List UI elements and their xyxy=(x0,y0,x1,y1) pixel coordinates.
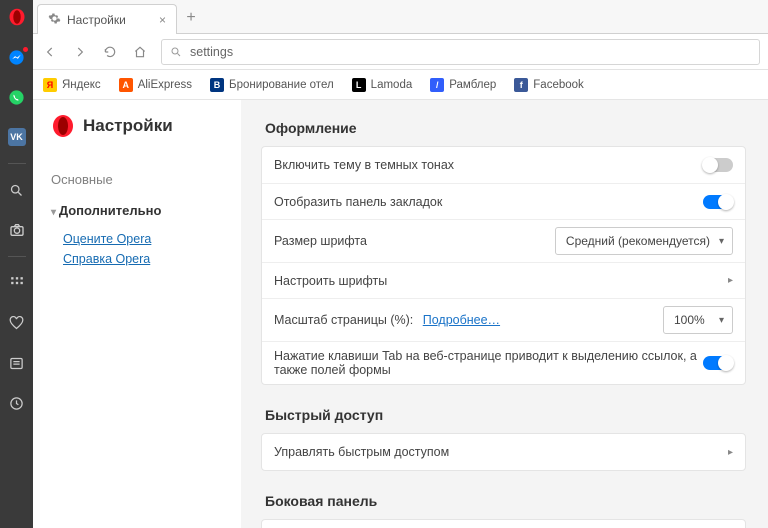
toolbar: settings xyxy=(33,34,768,70)
gear-icon xyxy=(48,12,61,28)
row-bookmarks-bar: Отобразить панель закладок xyxy=(262,183,745,219)
row-dark-theme: Включить тему в темных тонах xyxy=(262,147,745,183)
nav-basic[interactable]: Основные xyxy=(51,164,241,195)
bookmark-item[interactable]: Я Яндекс xyxy=(43,78,101,92)
bookmark-favicon: B xyxy=(210,78,224,92)
search-icon xyxy=(170,46,182,58)
bookmarks-bar: Я Яндекс A AliExpress B Бронирование отел L Lam… xyxy=(33,70,768,100)
settings-content: Оформление Включить тему в темных тонах … xyxy=(241,100,768,528)
tab-title: Настройки xyxy=(67,13,126,27)
heart-icon[interactable] xyxy=(0,309,33,337)
messenger-icon[interactable] xyxy=(0,43,33,71)
row-manage-speed-dial[interactable]: Управлять быстрым доступом ▸ xyxy=(262,434,745,470)
bookmark-label: Бронирование отел xyxy=(229,79,334,91)
bookmark-item[interactable]: L Lamoda xyxy=(352,78,413,92)
news-icon[interactable] xyxy=(0,349,33,377)
left-rail: VK xyxy=(0,0,33,528)
settings-sidebar: Настройки Основные Дополнительно Оцените… xyxy=(33,100,241,528)
row-tab-highlight: Нажатие клавиши Tab на веб-странице прив… xyxy=(262,341,745,384)
bookmark-item[interactable]: A AliExpress xyxy=(119,78,192,92)
whatsapp-icon[interactable] xyxy=(0,83,33,111)
address-bar[interactable]: settings xyxy=(161,39,760,65)
bookmark-favicon: A xyxy=(119,78,133,92)
opera-logo-icon[interactable] xyxy=(8,8,26,31)
bookmark-label: AliExpress xyxy=(138,79,192,91)
bookmark-item[interactable]: / Рамблер xyxy=(430,78,496,92)
history-icon[interactable] xyxy=(0,389,33,417)
tab-strip: Настройки × + xyxy=(33,0,768,34)
row-page-zoom: Масштаб страницы (%): Подробнее… 100% xyxy=(262,298,745,341)
new-tab-button[interactable]: + xyxy=(177,3,205,33)
row-customize-fonts[interactable]: Настроить шрифты ▸ xyxy=(262,262,745,298)
nav-rate-opera[interactable]: Оцените Opera xyxy=(63,232,241,246)
grid-icon[interactable] xyxy=(0,269,33,297)
toggle-bookmarks-bar[interactable] xyxy=(703,195,733,209)
section-speed: Управлять быстрым доступом ▸ xyxy=(261,433,746,471)
chevron-right-icon: ▸ xyxy=(728,447,733,458)
bookmark-label: Facebook xyxy=(533,79,584,91)
select-font-size[interactable]: Средний (рекомендуется) xyxy=(555,227,733,255)
select-page-zoom[interactable]: 100% xyxy=(663,306,733,334)
nav-help-opera[interactable]: Справка Opera xyxy=(63,252,241,266)
bookmark-favicon: Я xyxy=(43,78,57,92)
chevron-right-icon: ▸ xyxy=(728,275,733,286)
bookmark-item[interactable]: f Facebook xyxy=(514,78,584,92)
rail-separator xyxy=(8,163,26,164)
nav-advanced[interactable]: Дополнительно xyxy=(51,195,241,226)
close-icon[interactable]: × xyxy=(159,13,166,27)
back-button[interactable] xyxy=(41,45,59,59)
home-button[interactable] xyxy=(131,45,149,59)
row-manage-side-panel[interactable]: Управление боковой панелью ▸ xyxy=(262,520,745,528)
section-speed-title: Быстрый доступ xyxy=(265,407,746,423)
bookmark-favicon: / xyxy=(430,78,444,92)
rail-separator xyxy=(8,256,26,257)
section-design-title: Оформление xyxy=(265,120,746,136)
toggle-dark-theme[interactable] xyxy=(703,158,733,172)
bookmark-item[interactable]: B Бронирование отел xyxy=(210,78,334,92)
zoom-more-link[interactable]: Подробнее… xyxy=(423,313,500,327)
section-panel: Управление боковой панелью ▸ xyxy=(261,519,746,528)
bookmark-favicon: L xyxy=(352,78,366,92)
address-text: settings xyxy=(190,45,233,59)
camera-icon[interactable] xyxy=(0,216,33,244)
row-font-size: Размер шрифта Средний (рекомендуется) xyxy=(262,219,745,262)
bookmark-label: Рамблер xyxy=(449,79,496,91)
reload-button[interactable] xyxy=(101,45,119,59)
tab-settings[interactable]: Настройки × xyxy=(37,4,177,34)
page-title: Настройки xyxy=(51,114,241,138)
bookmark-label: Lamoda xyxy=(371,79,413,91)
search-icon[interactable] xyxy=(0,176,33,204)
toggle-tab-highlight[interactable] xyxy=(703,356,733,370)
bookmark-label: Яндекс xyxy=(62,79,101,91)
section-panel-title: Боковая панель xyxy=(265,493,746,509)
forward-button[interactable] xyxy=(71,45,89,59)
vk-icon[interactable]: VK xyxy=(0,123,33,151)
bookmark-favicon: f xyxy=(514,78,528,92)
section-design: Включить тему в темных тонах Отобразить … xyxy=(261,146,746,385)
